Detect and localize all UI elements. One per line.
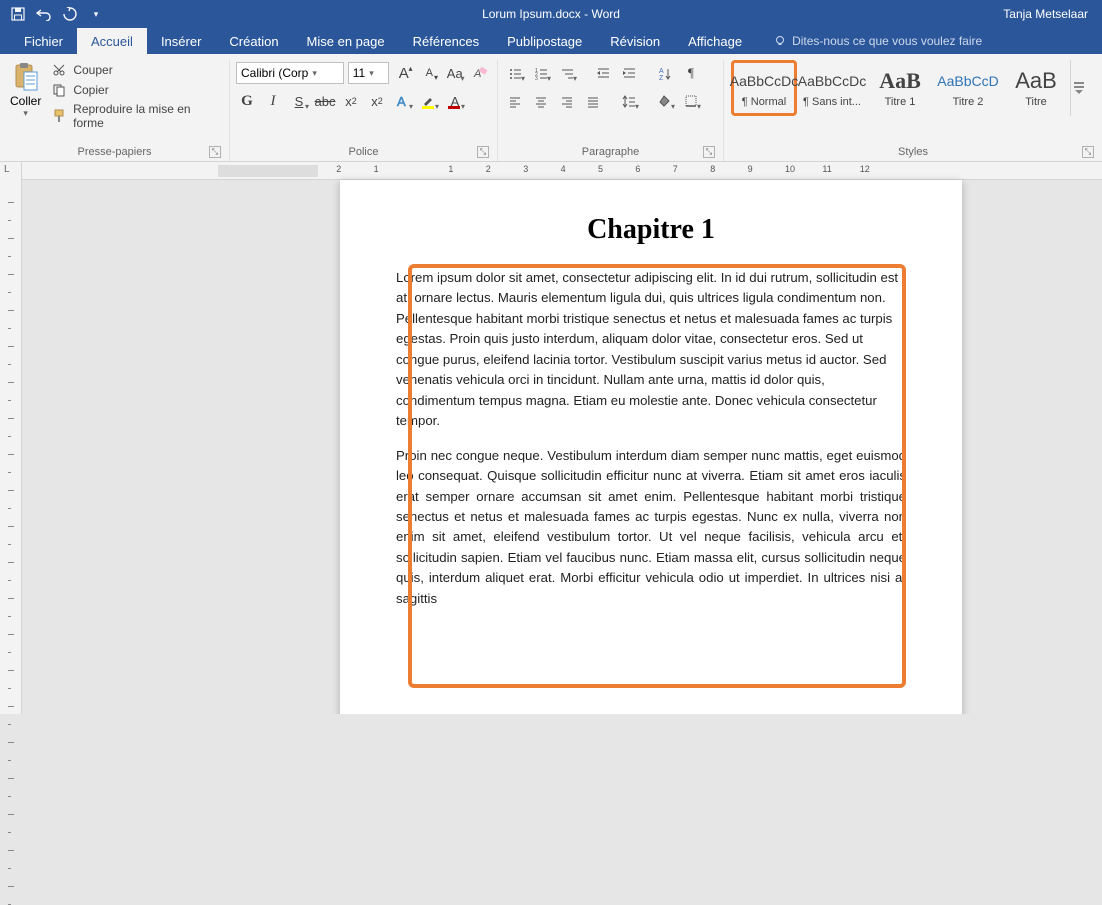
format-painter-button[interactable]: Reproduire la mise en forme xyxy=(51,102,223,130)
copy-label: Copier xyxy=(73,83,108,97)
shrink-font-button[interactable]: A▾ xyxy=(419,62,441,84)
ribbon-tabs: Fichier Accueil Insérer Création Mise en… xyxy=(0,28,1102,54)
document-area[interactable]: 21123456789101112 Chapitre 1 Lorem ipsum… xyxy=(22,162,1102,714)
align-right-button[interactable] xyxy=(556,90,578,112)
show-marks-button[interactable]: ¶ xyxy=(680,62,702,84)
group-clipboard: Coller ▾ Couper Copier Reproduire la mis… xyxy=(0,60,230,161)
svg-text:A: A xyxy=(659,68,664,75)
multilevel-list-button[interactable] xyxy=(556,62,578,84)
paragraph-dialog-launcher[interactable]: ⤡ xyxy=(703,146,715,158)
clipboard-group-label: Presse-papiers xyxy=(78,146,152,158)
align-center-button[interactable] xyxy=(530,90,552,112)
shading-button[interactable] xyxy=(654,90,676,112)
workspace: L 21123456789101112 Chapitre 1 Lorem ips… xyxy=(0,162,1102,714)
group-styles: AaBbCcDc ¶ Normal AaBbCcDc ¶ Sans int...… xyxy=(724,60,1102,161)
paragraph-2[interactable]: Proin nec congue neque. Vestibulum inter… xyxy=(396,446,906,610)
style-heading1[interactable]: AaB Titre 1 xyxy=(867,60,933,116)
bold-button[interactable]: G xyxy=(236,90,258,112)
tab-review[interactable]: Révision xyxy=(596,28,674,54)
decrease-indent-button[interactable] xyxy=(592,62,614,84)
format-painter-label: Reproduire la mise en forme xyxy=(73,102,223,130)
paintbrush-icon xyxy=(51,108,67,124)
copy-button[interactable]: Copier xyxy=(51,82,223,98)
title-bar: ▾ Lorum Ipsum.docx - Word Tanja Metselaa… xyxy=(0,0,1102,28)
paste-icon xyxy=(11,60,41,94)
font-dialog-launcher[interactable]: ⤡ xyxy=(477,146,489,158)
increase-indent-button[interactable] xyxy=(618,62,640,84)
tab-mailings[interactable]: Publipostage xyxy=(493,28,596,54)
grow-font-button[interactable]: A▴ xyxy=(393,62,415,84)
tab-insert[interactable]: Insérer xyxy=(147,28,215,54)
align-left-button[interactable] xyxy=(504,90,526,112)
italic-button[interactable]: I xyxy=(262,90,284,112)
tab-layout[interactable]: Mise en page xyxy=(293,28,399,54)
tab-file[interactable]: Fichier xyxy=(10,28,77,54)
paragraph-group-label: Paragraphe xyxy=(582,146,640,158)
subscript-button[interactable]: x2 xyxy=(340,90,362,112)
text-effects-button[interactable]: A xyxy=(392,90,414,112)
tab-references[interactable]: Références xyxy=(399,28,493,54)
group-font: Calibri (Corp▾ 11▾ A▴ A▾ Aa A G I S abc … xyxy=(230,60,498,161)
tab-home[interactable]: Accueil xyxy=(77,28,147,54)
quick-access-toolbar: ▾ xyxy=(0,4,106,24)
paste-label: Coller xyxy=(10,94,41,108)
document-body[interactable]: Lorem ipsum dolor sit amet, consectetur … xyxy=(396,268,906,609)
font-name-combo[interactable]: Calibri (Corp▾ xyxy=(236,62,344,84)
borders-button[interactable] xyxy=(680,90,702,112)
tab-design[interactable]: Création xyxy=(215,28,292,54)
paste-button[interactable]: Coller ▾ xyxy=(6,60,45,142)
redo-icon[interactable] xyxy=(60,4,80,24)
svg-text:A: A xyxy=(397,94,406,109)
font-size-combo[interactable]: 11▾ xyxy=(348,62,389,84)
change-case-button[interactable]: Aa xyxy=(444,62,466,84)
window-title: Lorum Ipsum.docx - Word xyxy=(482,7,620,21)
highlight-button[interactable] xyxy=(418,90,440,112)
horizontal-ruler[interactable]: 21123456789101112 xyxy=(22,162,1102,180)
cut-button[interactable]: Couper xyxy=(51,62,223,78)
document-heading[interactable]: Chapitre 1 xyxy=(340,214,962,246)
clear-formatting-button[interactable]: A xyxy=(470,62,492,84)
style-heading2[interactable]: AaBbCcD Titre 2 xyxy=(935,60,1001,116)
style-no-spacing[interactable]: AaBbCcDc ¶ Sans int... xyxy=(799,60,865,116)
copy-icon xyxy=(51,82,67,98)
vertical-ruler: L xyxy=(0,162,22,714)
styles-dialog-launcher[interactable]: ⤡ xyxy=(1082,146,1094,158)
styles-more-button[interactable] xyxy=(1070,60,1086,116)
qat-customize-icon[interactable]: ▾ xyxy=(86,4,106,24)
page[interactable]: Chapitre 1 Lorem ipsum dolor sit amet, c… xyxy=(340,180,962,714)
underline-button[interactable]: S xyxy=(288,90,310,112)
style-normal[interactable]: AaBbCcDc ¶ Normal xyxy=(731,60,797,116)
tab-view[interactable]: Affichage xyxy=(674,28,756,54)
clipboard-dialog-launcher[interactable]: ⤡ xyxy=(209,146,221,158)
ribbon: Coller ▾ Couper Copier Reproduire la mis… xyxy=(0,54,1102,162)
scissors-icon xyxy=(51,62,67,78)
cut-label: Couper xyxy=(73,63,112,77)
numbering-button[interactable]: 123 xyxy=(530,62,552,84)
style-title[interactable]: AaB Titre xyxy=(1003,60,1069,116)
font-group-label: Police xyxy=(349,146,379,158)
sort-button[interactable]: AZ xyxy=(654,62,676,84)
paragraph-1[interactable]: Lorem ipsum dolor sit amet, consectetur … xyxy=(396,268,906,432)
group-paragraph: 123 AZ ¶ Paragraphe ⤡ xyxy=(498,60,724,161)
svg-text:3: 3 xyxy=(535,76,538,80)
styles-group-label: Styles xyxy=(898,146,928,158)
superscript-button[interactable]: x2 xyxy=(366,90,388,112)
font-color-button[interactable]: A xyxy=(444,90,466,112)
save-icon[interactable] xyxy=(8,4,28,24)
user-name: Tanja Metselaar xyxy=(1003,7,1102,21)
svg-text:Z: Z xyxy=(659,75,664,80)
tell-me-label: Dites-nous ce que vous voulez faire xyxy=(792,34,982,48)
line-spacing-button[interactable] xyxy=(618,90,640,112)
tell-me[interactable]: Dites-nous ce que vous voulez faire xyxy=(756,28,982,54)
justify-button[interactable] xyxy=(582,90,604,112)
bullets-button[interactable] xyxy=(504,62,526,84)
strikethrough-button[interactable]: abc xyxy=(314,90,336,112)
undo-icon[interactable] xyxy=(34,4,54,24)
